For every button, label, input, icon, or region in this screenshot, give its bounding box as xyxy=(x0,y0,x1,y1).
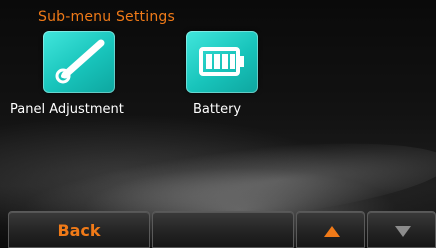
arrow-up-icon xyxy=(324,226,340,237)
menu-item-label: Panel Adjustment xyxy=(10,102,124,117)
bottom-toolbar: Back xyxy=(0,211,436,248)
scroll-down-button[interactable] xyxy=(367,211,436,248)
panel-adjustment-icon-tile[interactable] xyxy=(43,31,115,93)
panel-adjustment-icon xyxy=(55,39,105,84)
settings-screen: Sub-menu Settings Panel Adjustment Batte… xyxy=(0,0,436,248)
battery-icon xyxy=(199,47,244,76)
page-title: Sub-menu Settings xyxy=(38,9,175,25)
menu-item-label: Battery xyxy=(193,102,242,117)
menu-item-battery[interactable]: Battery xyxy=(180,30,270,120)
back-button[interactable]: Back xyxy=(8,211,150,248)
scroll-up-button[interactable] xyxy=(296,211,365,248)
arrow-down-icon xyxy=(395,226,411,237)
empty-toolbar-slot xyxy=(152,211,294,248)
menu-item-panel-adjustment[interactable]: Panel Adjustment xyxy=(10,30,145,120)
back-button-label: Back xyxy=(57,221,101,240)
battery-icon-tile[interactable] xyxy=(186,31,258,93)
